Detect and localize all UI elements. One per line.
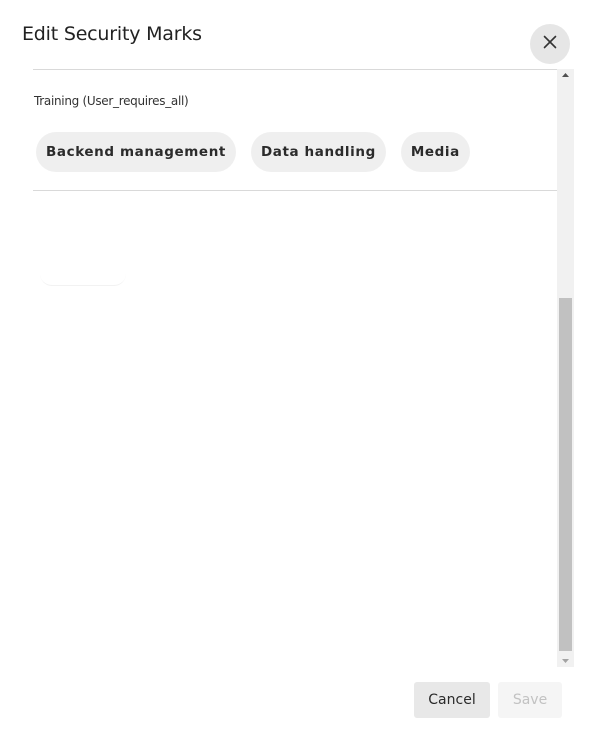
divider (33, 69, 557, 70)
scroll-up-arrow-icon[interactable] (557, 69, 574, 81)
save-button[interactable]: Save (498, 682, 562, 718)
chip-media[interactable]: Media (400, 132, 470, 172)
scrollbar-thumb[interactable] (559, 298, 572, 651)
group-label: Training (User_requires_all) (34, 94, 189, 108)
vertical-scrollbar[interactable] (557, 69, 574, 667)
edit-security-marks-dialog: Edit Security Marks Training (User_requi… (0, 0, 596, 742)
scroll-down-arrow-icon[interactable] (557, 655, 574, 667)
chip-backend-management[interactable]: Backend management (36, 132, 236, 172)
close-button[interactable] (530, 24, 570, 64)
marks-scroll-area: Training (User_requires_all) Backend man… (0, 69, 574, 667)
chip-data-handling[interactable]: Data handling (250, 132, 386, 172)
partially-hidden-chip (40, 274, 126, 286)
divider (33, 190, 557, 191)
dialog-title: Edit Security Marks (22, 23, 202, 45)
chip-list: Backend management Data handling Media (36, 132, 470, 172)
cancel-button[interactable]: Cancel (414, 682, 490, 718)
close-icon (543, 35, 557, 54)
